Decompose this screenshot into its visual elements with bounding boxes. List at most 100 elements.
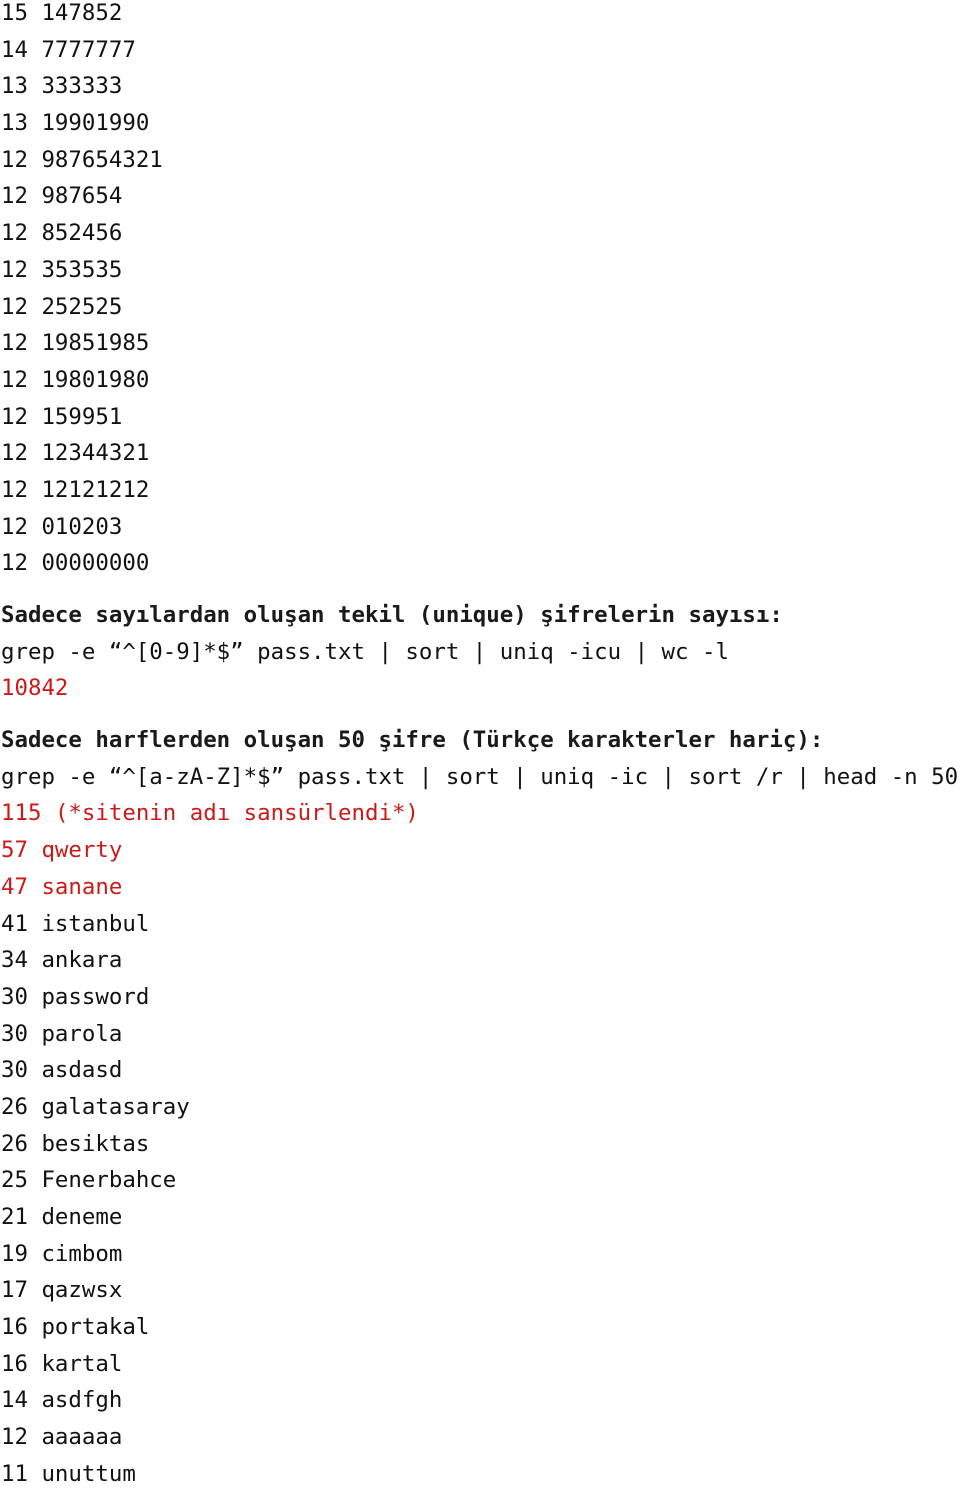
password-value: Fenerbahce <box>41 1167 177 1194</box>
count: 13 <box>1 110 28 137</box>
count: 17 <box>1 1277 28 1304</box>
count: 13 <box>1 73 28 100</box>
list-item: 26 besiktas <box>1 1131 960 1168</box>
numeric-password-list: 15 147852 14 7777777 13 333333 13 19901990 1… <box>1 0 960 587</box>
count: 25 <box>1 1167 28 1194</box>
list-item: 34 ankara <box>1 947 960 984</box>
list-item: 12 987654 <box>1 183 960 220</box>
count: 16 <box>1 1350 28 1377</box>
list-item: 30 parola <box>1 1021 960 1058</box>
list-item: 30 password <box>1 984 960 1021</box>
list-item: 12 987654321 <box>1 147 960 184</box>
count: 30 <box>1 1020 28 1047</box>
list-item: 115 (*sitenin adı sansürlendi*) <box>1 800 960 837</box>
password-value: 12344321 <box>41 440 150 467</box>
list-item: 15 147852 <box>1 0 960 37</box>
count: 12 <box>1 476 28 503</box>
count: 12 <box>1 146 28 173</box>
list-item: 25 Fenerbahce <box>1 1167 960 1204</box>
password-value: 7777777 <box>41 36 136 63</box>
password-value: unuttum <box>41 1460 136 1487</box>
count: 19 <box>1 1240 28 1267</box>
password-value: qazwsx <box>41 1277 123 1304</box>
password-value: 12121212 <box>41 476 150 503</box>
password-value: asdasd <box>41 1057 123 1084</box>
password-value: 852456 <box>41 220 123 247</box>
password-value: besiktas <box>41 1130 150 1157</box>
list-item: 14 asdfgh <box>1 1387 960 1424</box>
password-value: password <box>41 983 150 1010</box>
password-value: istanbul <box>41 910 150 937</box>
count: 12 <box>1 440 28 467</box>
list-item: 26 galatasaray <box>1 1094 960 1131</box>
password-value: ankara <box>41 947 123 974</box>
document-page: 15 147852 14 7777777 13 333333 13 19901990 1… <box>1 0 960 1498</box>
numeric-section-result: 10842 <box>1 675 69 702</box>
count: 16 <box>1 1314 28 1341</box>
list-item: 12 252525 <box>1 294 960 331</box>
list-item: 14 7777777 <box>1 37 960 74</box>
count: 12 <box>1 403 28 430</box>
password-value: portakal <box>41 1314 150 1341</box>
list-item: 47 sanane <box>1 874 960 911</box>
numeric-section-heading: Sadece sayılardan oluşan tekil (unique) … <box>1 602 783 628</box>
list-item: 12 353535 <box>1 257 960 294</box>
count: 12 <box>1 183 28 210</box>
count: 21 <box>1 1204 28 1230</box>
count: 30 <box>1 983 28 1010</box>
alpha-section-heading: Sadece harflerden oluşan 50 şifre (Türkç… <box>1 727 824 754</box>
count: 12 <box>1 256 28 283</box>
list-item: 11 unuttum <box>1 1461 960 1498</box>
alpha-section-command: grep -e “^[a-zA-Z]*$” pass.txt | sort | … <box>1 763 959 790</box>
password-value: 19851985 <box>41 330 150 357</box>
list-item: 12 010203 <box>1 514 960 551</box>
list-item: 30 asdasd <box>1 1057 960 1094</box>
list-item: 17 qazwsx <box>1 1277 960 1314</box>
list-item: 12 852456 <box>1 220 960 257</box>
list-item: 19 cimbom <box>1 1241 960 1278</box>
count: 12 <box>1 366 28 393</box>
password-value: 987654321 <box>41 146 163 173</box>
list-item: 12 19801980 <box>1 367 960 404</box>
password-value: 00000000 <box>41 550 150 577</box>
password-value: 333333 <box>41 73 123 100</box>
list-item: 16 kartal <box>1 1351 960 1388</box>
count: 57 <box>1 837 28 864</box>
list-item: 12 12344321 <box>1 440 960 477</box>
count: 12 <box>1 220 28 247</box>
password-value: deneme <box>41 1204 123 1230</box>
password-value: 010203 <box>41 513 123 540</box>
list-item: 21 deneme <box>1 1204 960 1241</box>
password-value: (*sitenin adı sansürlendi*) <box>54 800 419 827</box>
password-value: kartal <box>41 1350 123 1377</box>
password-value: 159951 <box>41 403 123 430</box>
count: 11 <box>1 1460 28 1487</box>
password-value: parola <box>41 1020 123 1047</box>
alpha-password-list: 115 (*sitenin adı sansürlendi*) 57 qwerty… <box>1 800 960 1497</box>
password-value: galatasaray <box>41 1093 190 1120</box>
count: 12 <box>1 293 28 320</box>
count: 26 <box>1 1093 28 1120</box>
list-item: 12 12121212 <box>1 477 960 514</box>
count: 12 <box>1 330 28 357</box>
password-value: aaaaaa <box>41 1424 123 1451</box>
list-item: 12 19851985 <box>1 330 960 367</box>
list-item: 41 istanbul <box>1 911 960 948</box>
list-item: 13 333333 <box>1 73 960 110</box>
password-value: asdfgh <box>41 1387 123 1414</box>
count: 41 <box>1 910 28 937</box>
numeric-section-command: grep -e “^[0-9]*$” pass.txt | sort | uni… <box>1 638 729 665</box>
password-value: qwerty <box>41 837 123 864</box>
password-value: 19801980 <box>41 366 150 393</box>
list-item: 16 portakal <box>1 1314 960 1351</box>
password-value: 252525 <box>41 293 123 320</box>
password-value: 19901990 <box>41 110 150 137</box>
password-value: 353535 <box>41 256 123 283</box>
count: 12 <box>1 1424 28 1451</box>
password-value: sanane <box>41 873 123 900</box>
list-item: 12 159951 <box>1 404 960 441</box>
count: 30 <box>1 1057 28 1084</box>
count: 15 <box>1 0 28 26</box>
list-item: 57 qwerty <box>1 837 960 874</box>
count: 12 <box>1 550 28 577</box>
